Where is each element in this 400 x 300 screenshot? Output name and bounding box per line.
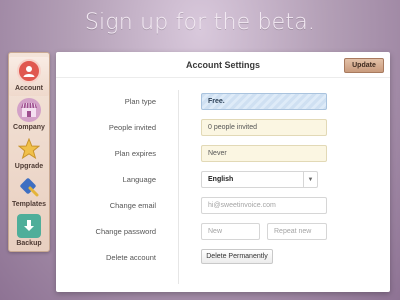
- page-headline: Sign up for the beta.: [84, 10, 316, 35]
- sidebar-item-upgrade[interactable]: Upgrade: [9, 135, 49, 174]
- paintbrush-icon: [17, 175, 41, 199]
- delete-permanently-button[interactable]: Delete Permanently: [201, 249, 273, 264]
- language-select-value: English: [208, 176, 234, 183]
- row-delete-account: Delete account Delete Permanently: [56, 249, 390, 267]
- star-icon: [17, 137, 41, 161]
- sidebar-item-templates[interactable]: Templates: [9, 173, 49, 212]
- sidebar-item-label: Templates: [11, 201, 47, 209]
- people-invited-field: 0 people invited: [201, 119, 327, 136]
- panel-header: Account Settings Update: [56, 52, 390, 78]
- delete-account-label: Delete account: [105, 253, 156, 262]
- row-people-invited: People invited 0 people invited: [56, 119, 390, 137]
- storefront-icon: [17, 97, 41, 122]
- update-button[interactable]: Update: [344, 58, 384, 73]
- change-email-label: Change email: [109, 201, 156, 210]
- sidebar-item-label: Upgrade: [14, 162, 44, 170]
- row-plan-expires: Plan expires Never: [56, 145, 390, 163]
- sidebar-item-account[interactable]: Account: [9, 57, 49, 96]
- sidebar-item-company[interactable]: Company: [9, 96, 49, 135]
- sidebar-item-backup[interactable]: Backup: [9, 212, 49, 251]
- row-change-email: Change email hi@sweetinvoice.com: [56, 197, 390, 215]
- sidebar-item-label: Account: [15, 85, 43, 92]
- row-plan-type: Plan type Free.: [56, 93, 390, 111]
- account-settings-panel: Account Settings Update Plan type Free. …: [56, 52, 390, 292]
- change-password-label: Change password: [95, 227, 156, 236]
- language-label: Language: [122, 175, 156, 184]
- plan-type-label: Plan type: [124, 97, 156, 106]
- email-field[interactable]: hi@sweetinvoice.com: [201, 197, 327, 214]
- chevron-down-icon: ▼: [303, 172, 317, 187]
- sidebar-item-label: Company: [13, 123, 45, 131]
- row-change-password: Change password New Repeat new: [56, 223, 390, 241]
- plan-expires-label: Plan expires: [114, 149, 156, 158]
- repeat-password-field[interactable]: Repeat new: [267, 223, 327, 240]
- user-icon: [17, 59, 41, 83]
- people-invited-label: People invited: [108, 123, 156, 132]
- row-language: Language English ▼: [56, 171, 390, 189]
- language-select[interactable]: English ▼: [201, 171, 318, 188]
- plan-type-field: Free.: [201, 93, 327, 110]
- download-icon: [17, 214, 41, 239]
- plan-expires-field: Never: [201, 145, 327, 162]
- new-password-field[interactable]: New: [201, 223, 260, 240]
- sidebar: Account Company Upgrade Templates Backup: [8, 52, 50, 252]
- panel-title: Account Settings: [185, 59, 260, 70]
- sidebar-item-label: Backup: [16, 240, 42, 248]
